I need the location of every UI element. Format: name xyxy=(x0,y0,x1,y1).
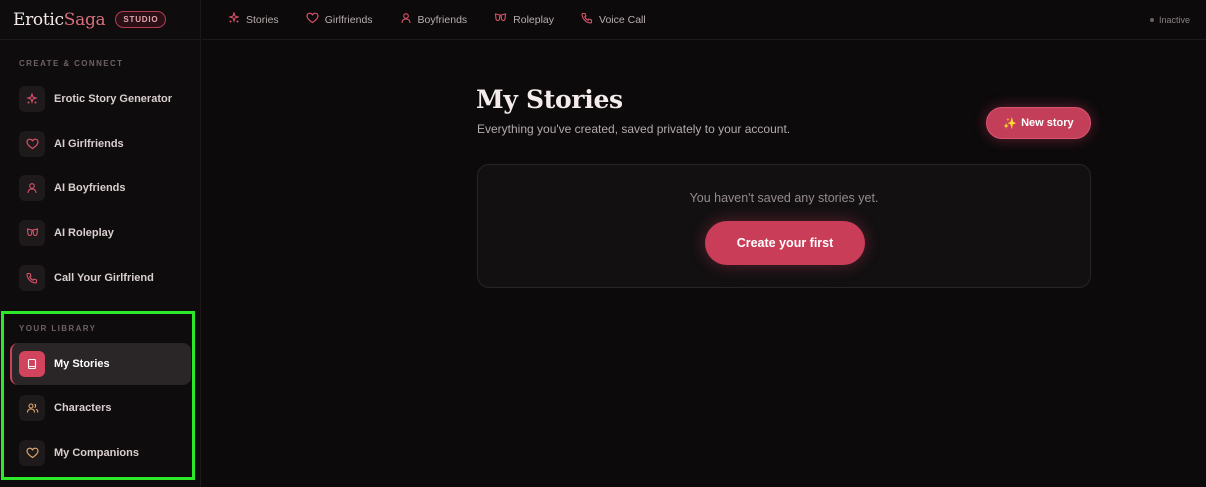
users-icon xyxy=(19,395,45,421)
sidebar-item-label: Call Your Girlfriend xyxy=(54,272,154,284)
top-nav: Stories Girlfriends Boyfriends Roleplay xyxy=(228,10,673,29)
sidebar-item-story-generator[interactable]: Erotic Story Generator xyxy=(10,78,191,120)
topnav-item-voice-call[interactable]: Voice Call xyxy=(581,11,646,29)
phone-icon xyxy=(581,11,593,29)
sidebar-item-label: Erotic Story Generator xyxy=(54,93,172,105)
main-content: My Stories Everything you've created, sa… xyxy=(202,41,1206,487)
status-dot xyxy=(1149,17,1154,22)
heart-icon xyxy=(306,11,319,29)
topnav-label: Stories xyxy=(246,13,279,26)
masks-icon xyxy=(19,220,45,246)
topnav-item-girlfriends[interactable]: Girlfriends xyxy=(306,11,373,29)
sidebar-item-label: My Stories xyxy=(54,358,110,370)
topnav-label: Roleplay xyxy=(513,13,555,26)
sidebar-item-label: My Companions xyxy=(54,447,139,459)
book-icon xyxy=(19,351,45,377)
sidebar-item-label: AI Roleplay xyxy=(54,227,114,239)
sidebar: Erotic Saga STUDIO CREATE & CONNECT Eroti… xyxy=(0,0,201,487)
status-text: Inactive xyxy=(1158,14,1190,25)
sidebar-item-label: Characters xyxy=(54,402,112,414)
studio-badge: STUDIO xyxy=(115,11,167,28)
user-icon xyxy=(400,11,412,29)
app-root: Erotic Saga STUDIO CREATE & CONNECT Eroti… xyxy=(0,0,1206,487)
sparkle-icon: ✨ xyxy=(1003,117,1018,130)
topnav-label: Girlfriends xyxy=(324,13,373,26)
sparkles-icon xyxy=(19,86,45,112)
new-story-button[interactable]: ✨ New story xyxy=(986,107,1091,139)
create-first-button[interactable]: Create your first xyxy=(705,221,865,265)
phone-icon xyxy=(19,265,45,291)
user-icon xyxy=(19,175,45,201)
library-section-label: YOUR LIBRARY xyxy=(19,324,97,333)
topnav-label: Voice Call xyxy=(599,13,646,26)
topnav-item-roleplay[interactable]: Roleplay xyxy=(494,11,554,29)
empty-state-text: You haven't saved any stories yet. xyxy=(689,191,879,205)
sidebar-item-ai-boyfriends[interactable]: AI Boyfriends xyxy=(10,167,191,209)
page-subtitle: Everything you've created, saved private… xyxy=(477,122,791,136)
heart-icon xyxy=(19,131,45,157)
masks-icon xyxy=(494,11,507,29)
topnav-label: Boyfriends xyxy=(417,13,468,26)
sidebar-item-characters[interactable]: Characters xyxy=(10,387,191,429)
brand-header: Erotic Saga STUDIO xyxy=(0,0,200,40)
sidebar-item-my-companions[interactable]: My Companions xyxy=(10,432,191,474)
create-section-label: CREATE & CONNECT xyxy=(19,59,124,68)
brand-logo[interactable]: Erotic Saga xyxy=(13,9,106,30)
topbar: Stories Girlfriends Boyfriends Roleplay xyxy=(202,0,1206,40)
sidebar-item-label: AI Boyfriends xyxy=(54,182,126,194)
sidebar-item-call-girlfriend[interactable]: Call Your Girlfriend xyxy=(10,257,191,299)
status-indicator: Inactive xyxy=(1149,14,1190,25)
brand-name-part2: Saga xyxy=(63,9,106,30)
create-first-label: Create your first xyxy=(736,236,834,250)
brand-name-part1: Erotic xyxy=(13,9,64,30)
sidebar-item-my-stories[interactable]: My Stories xyxy=(10,343,191,385)
topnav-item-stories[interactable]: Stories xyxy=(228,10,279,29)
new-story-label: New story xyxy=(1021,117,1074,129)
sidebar-item-ai-roleplay[interactable]: AI Roleplay xyxy=(10,212,191,254)
sidebar-item-ai-girlfriends[interactable]: AI Girlfriends xyxy=(10,123,191,165)
sidebar-item-label: AI Girlfriends xyxy=(54,138,124,150)
topnav-item-boyfriends[interactable]: Boyfriends xyxy=(400,11,468,29)
page-title: My Stories xyxy=(476,85,623,114)
sparkles-icon xyxy=(228,10,240,29)
empty-state-card: You haven't saved any stories yet. Creat… xyxy=(477,164,1091,288)
heart-icon xyxy=(19,440,45,466)
